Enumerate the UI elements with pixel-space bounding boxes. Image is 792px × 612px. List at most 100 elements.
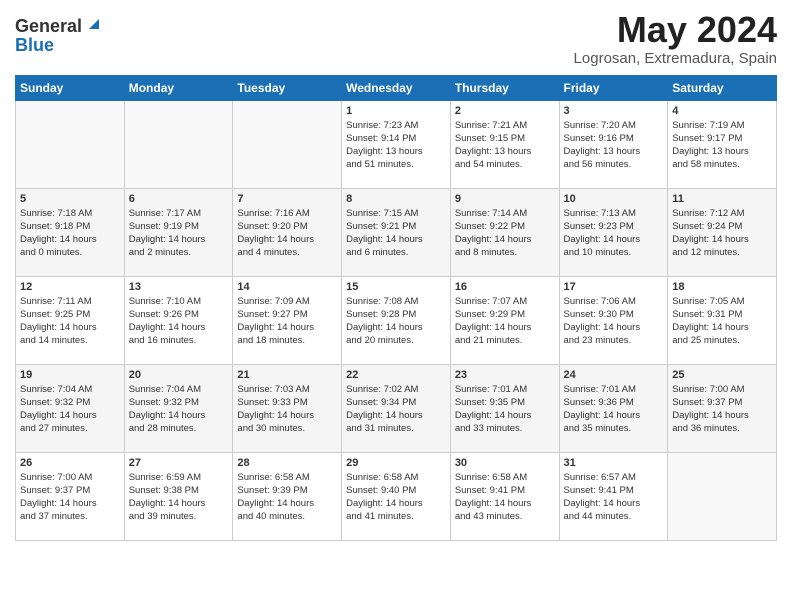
calendar-day-cell: 5 Sunrise: 7:18 AM Sunset: 9:18 PM Daylig… (16, 188, 125, 276)
calendar-body: 1 Sunrise: 7:23 AM Sunset: 9:14 PM Daylig… (16, 100, 777, 540)
calendar-day-cell: 1 Sunrise: 7:23 AM Sunset: 9:14 PM Daylig… (342, 100, 451, 188)
day-info: Sunrise: 7:08 AM Sunset: 9:28 PM Dayligh… (346, 295, 446, 348)
day-info: Sunrise: 7:02 AM Sunset: 9:34 PM Dayligh… (346, 383, 446, 436)
day-info: Sunrise: 7:13 AM Sunset: 9:23 PM Dayligh… (564, 207, 664, 260)
calendar-day-cell: 23 Sunrise: 7:01 AM Sunset: 9:35 PM Dayli… (450, 364, 559, 452)
day-info: Sunrise: 6:57 AM Sunset: 9:41 PM Dayligh… (564, 471, 664, 524)
calendar-week-row: 19 Sunrise: 7:04 AM Sunset: 9:32 PM Dayli… (16, 364, 777, 452)
day-info: Sunrise: 6:58 AM Sunset: 9:40 PM Dayligh… (346, 471, 446, 524)
day-info: Sunrise: 7:14 AM Sunset: 9:22 PM Dayligh… (455, 207, 555, 260)
day-info: Sunrise: 7:06 AM Sunset: 9:30 PM Dayligh… (564, 295, 664, 348)
calendar-table: SundayMondayTuesdayWednesdayThursdayFrid… (15, 75, 777, 541)
day-info: Sunrise: 7:18 AM Sunset: 9:18 PM Dayligh… (20, 207, 120, 260)
calendar-day-cell (16, 100, 125, 188)
calendar-day-cell: 27 Sunrise: 6:59 AM Sunset: 9:38 PM Dayli… (124, 452, 233, 540)
day-info: Sunrise: 7:21 AM Sunset: 9:15 PM Dayligh… (455, 119, 555, 172)
calendar-day-cell: 22 Sunrise: 7:02 AM Sunset: 9:34 PM Dayli… (342, 364, 451, 452)
calendar-day-cell: 9Sunrise: 7:14 AM Sunset: 9:22 PM Daylig… (450, 188, 559, 276)
day-number: 10 (564, 193, 664, 205)
calendar-day-cell: 4 Sunrise: 7:19 AM Sunset: 9:17 PM Daylig… (668, 100, 777, 188)
day-number: 2 (455, 105, 555, 117)
day-number: 8 (346, 193, 446, 205)
day-of-week-header: Saturday (668, 75, 777, 100)
day-info: Sunrise: 7:19 AM Sunset: 9:17 PM Dayligh… (672, 119, 772, 172)
day-info: Sunrise: 7:23 AM Sunset: 9:14 PM Dayligh… (346, 119, 446, 172)
day-number: 15 (346, 281, 446, 293)
logo-general-text: General (15, 17, 82, 35)
day-info: Sunrise: 7:11 AM Sunset: 9:25 PM Dayligh… (20, 295, 120, 348)
day-info: Sunrise: 7:17 AM Sunset: 9:19 PM Dayligh… (129, 207, 229, 260)
month-title: May 2024 (574, 10, 777, 50)
calendar-day-cell: 13 Sunrise: 7:10 AM Sunset: 9:26 PM Dayli… (124, 276, 233, 364)
day-number: 23 (455, 369, 555, 381)
logo: General Blue (15, 10, 102, 54)
day-number: 22 (346, 369, 446, 381)
logo-blue-text: Blue (15, 36, 54, 54)
day-number: 7 (237, 193, 337, 205)
calendar-day-cell: 26Sunrise: 7:00 AM Sunset: 9:37 PM Dayli… (16, 452, 125, 540)
day-info: Sunrise: 7:20 AM Sunset: 9:16 PM Dayligh… (564, 119, 664, 172)
day-number: 29 (346, 457, 446, 469)
day-number: 18 (672, 281, 772, 293)
calendar-day-cell: 12 Sunrise: 7:11 AM Sunset: 9:25 PM Dayli… (16, 276, 125, 364)
calendar-day-cell: 11Sunrise: 7:12 AM Sunset: 9:24 PM Dayli… (668, 188, 777, 276)
day-number: 1 (346, 105, 446, 117)
day-info: Sunrise: 7:16 AM Sunset: 9:20 PM Dayligh… (237, 207, 337, 260)
day-number: 13 (129, 281, 229, 293)
calendar-header-row: SundayMondayTuesdayWednesdayThursdayFrid… (16, 75, 777, 100)
day-number: 31 (564, 457, 664, 469)
day-info: Sunrise: 7:03 AM Sunset: 9:33 PM Dayligh… (237, 383, 337, 436)
day-info: Sunrise: 7:09 AM Sunset: 9:27 PM Dayligh… (237, 295, 337, 348)
location-title: Logrosan, Extremadura, Spain (574, 50, 777, 67)
day-info: Sunrise: 7:15 AM Sunset: 9:21 PM Dayligh… (346, 207, 446, 260)
day-info: Sunrise: 7:04 AM Sunset: 9:32 PM Dayligh… (20, 383, 120, 436)
calendar-day-cell: 8 Sunrise: 7:15 AM Sunset: 9:21 PM Daylig… (342, 188, 451, 276)
day-number: 6 (129, 193, 229, 205)
day-number: 27 (129, 457, 229, 469)
day-info: Sunrise: 7:12 AM Sunset: 9:24 PM Dayligh… (672, 207, 772, 260)
day-number: 12 (20, 281, 120, 293)
title-area: May 2024 Logrosan, Extremadura, Spain (574, 10, 777, 67)
day-number: 16 (455, 281, 555, 293)
day-number: 5 (20, 193, 120, 205)
day-number: 4 (672, 105, 772, 117)
calendar-day-cell: 6 Sunrise: 7:17 AM Sunset: 9:19 PM Daylig… (124, 188, 233, 276)
day-of-week-header: Wednesday (342, 75, 451, 100)
calendar-day-cell: 10 Sunrise: 7:13 AM Sunset: 9:23 PM Dayli… (559, 188, 668, 276)
day-of-week-header: Sunday (16, 75, 125, 100)
calendar-week-row: 5 Sunrise: 7:18 AM Sunset: 9:18 PM Daylig… (16, 188, 777, 276)
day-number: 26 (20, 457, 120, 469)
header: General Blue May 2024 Logrosan, Extremad… (15, 10, 777, 67)
day-of-week-header: Monday (124, 75, 233, 100)
calendar-day-cell: 30Sunrise: 6:58 AM Sunset: 9:41 PM Dayli… (450, 452, 559, 540)
logo-triangle-icon (86, 15, 102, 31)
day-number: 19 (20, 369, 120, 381)
day-info: Sunrise: 6:58 AM Sunset: 9:39 PM Dayligh… (237, 471, 337, 524)
day-info: Sunrise: 7:01 AM Sunset: 9:36 PM Dayligh… (564, 383, 664, 436)
calendar-day-cell (233, 100, 342, 188)
calendar-day-cell: 21 Sunrise: 7:03 AM Sunset: 9:33 PM Dayli… (233, 364, 342, 452)
calendar-day-cell: 15 Sunrise: 7:08 AM Sunset: 9:28 PM Dayli… (342, 276, 451, 364)
day-info: Sunrise: 7:00 AM Sunset: 9:37 PM Dayligh… (672, 383, 772, 436)
day-of-week-header: Thursday (450, 75, 559, 100)
calendar-day-cell (124, 100, 233, 188)
calendar-day-cell: 29 Sunrise: 6:58 AM Sunset: 9:40 PM Dayli… (342, 452, 451, 540)
day-number: 20 (129, 369, 229, 381)
day-number: 24 (564, 369, 664, 381)
calendar-day-cell: 25Sunrise: 7:00 AM Sunset: 9:37 PM Dayli… (668, 364, 777, 452)
day-info: Sunrise: 6:59 AM Sunset: 9:38 PM Dayligh… (129, 471, 229, 524)
calendar-day-cell: 31 Sunrise: 6:57 AM Sunset: 9:41 PM Dayli… (559, 452, 668, 540)
calendar-day-cell: 18 Sunrise: 7:05 AM Sunset: 9:31 PM Dayli… (668, 276, 777, 364)
day-number: 21 (237, 369, 337, 381)
day-of-week-header: Friday (559, 75, 668, 100)
day-number: 28 (237, 457, 337, 469)
day-info: Sunrise: 7:01 AM Sunset: 9:35 PM Dayligh… (455, 383, 555, 436)
calendar-day-cell: 28 Sunrise: 6:58 AM Sunset: 9:39 PM Dayli… (233, 452, 342, 540)
calendar-day-cell: 2 Sunrise: 7:21 AM Sunset: 9:15 PM Daylig… (450, 100, 559, 188)
day-info: Sunrise: 7:05 AM Sunset: 9:31 PM Dayligh… (672, 295, 772, 348)
day-info: Sunrise: 7:10 AM Sunset: 9:26 PM Dayligh… (129, 295, 229, 348)
day-number: 17 (564, 281, 664, 293)
day-number: 30 (455, 457, 555, 469)
calendar-day-cell (668, 452, 777, 540)
day-of-week-header: Tuesday (233, 75, 342, 100)
